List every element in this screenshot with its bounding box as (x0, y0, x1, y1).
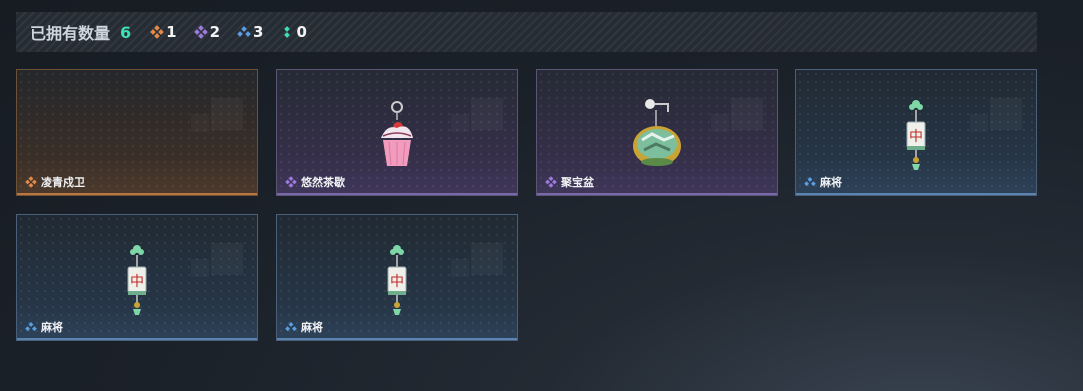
item-card-label: 麻将 (285, 319, 323, 335)
item-card-lingqing[interactable]: 凌青戍卫 (16, 69, 258, 196)
mahjong-tile-charm-icon: 中 (906, 100, 926, 170)
svg-text:中: 中 (130, 274, 144, 290)
orange-rarity-icon (150, 25, 164, 39)
green-rarity-count: 0 (281, 23, 307, 41)
blue-rarity-icon (237, 26, 251, 38)
green-rarity-icon (281, 26, 293, 38)
purple-rarity-count: 2 (193, 23, 220, 41)
owned-count-total: 6 (120, 22, 132, 42)
item-card-jubaopen[interactable]: 聚宝盆 (536, 69, 778, 196)
item-card-mahjong[interactable]: 中 麻将 (16, 214, 258, 341)
blue-rarity-icon (804, 177, 816, 187)
item-card-mahjong[interactable]: 中 麻将 (795, 69, 1037, 196)
svg-text:中: 中 (390, 274, 404, 290)
blue-rarity-icon (285, 322, 297, 332)
blue-rarity-count: 3 (237, 23, 263, 41)
mahjong-tile-charm-icon: 中 (127, 245, 147, 315)
blue-rarity-icon (25, 322, 37, 332)
svg-text:中: 中 (909, 129, 923, 145)
cupcake-charm-icon (381, 101, 413, 166)
orange-rarity-count: 1 (150, 23, 177, 41)
item-card-mahjong[interactable]: 中 麻将 (276, 214, 518, 341)
item-card-label: 悠然茶歇 (285, 174, 345, 190)
item-card-label: 麻将 (25, 319, 63, 335)
treasure-bowl-charm-icon (633, 99, 681, 166)
owned-count-title: 已拥有数量 (30, 24, 111, 43)
purple-rarity-icon (545, 176, 557, 188)
purple-rarity-icon (193, 25, 208, 39)
item-card-label: 聚宝盆 (545, 174, 594, 190)
mahjong-tile-charm-icon: 中 (387, 245, 407, 315)
owned-count-bar: 已拥有数量 6 1 2 3 0 (16, 12, 1037, 52)
item-card-label: 麻将 (804, 174, 842, 190)
purple-rarity-icon (285, 176, 297, 188)
orange-rarity-icon (25, 176, 37, 188)
item-card-label: 凌青戍卫 (25, 174, 85, 190)
item-card-youran[interactable]: 悠然茶歇 (276, 69, 518, 196)
